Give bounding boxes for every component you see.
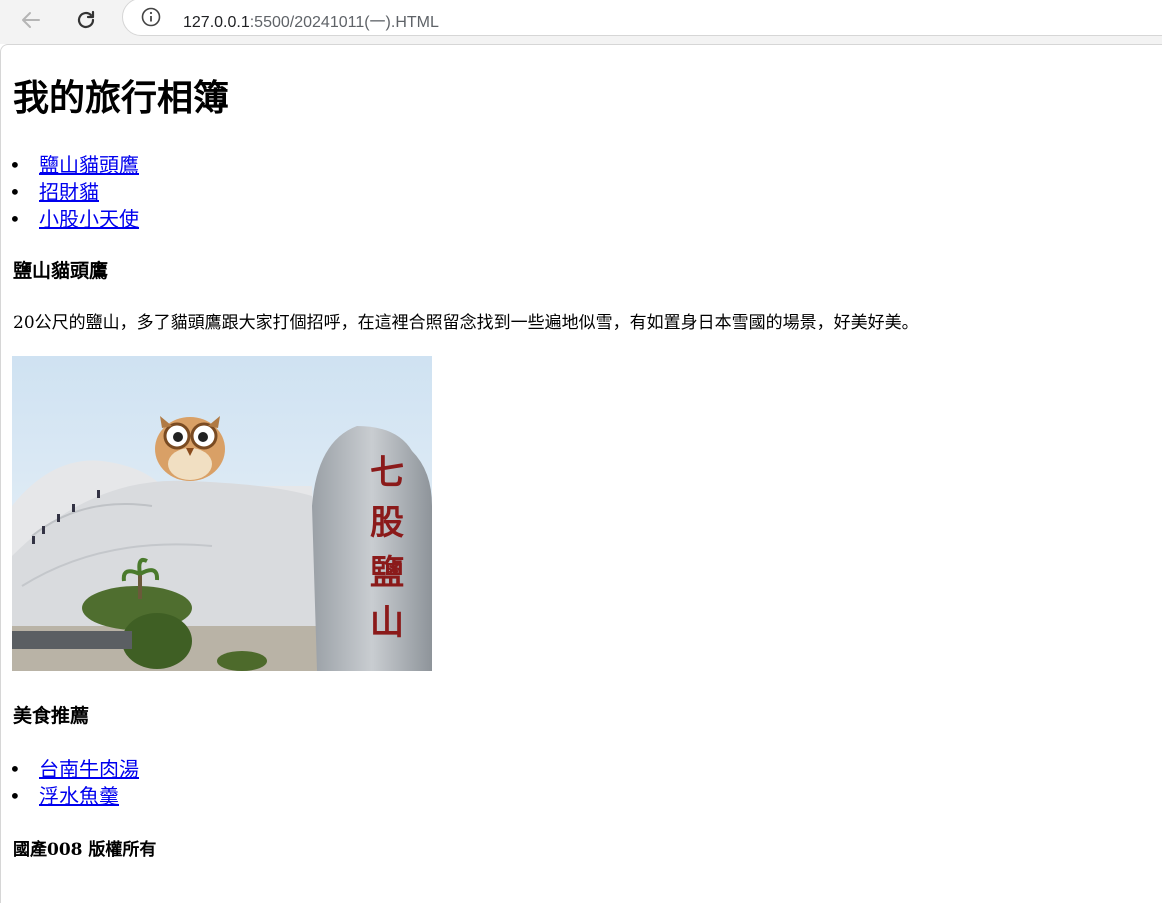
url-host: 127.0.0.1 xyxy=(183,14,250,31)
back-arrow-icon xyxy=(22,12,40,28)
section-heading-salt-mountain: 鹽山貓頭鷹 xyxy=(13,260,109,282)
link-lucky-cat[interactable]: 招財貓 xyxy=(39,180,99,204)
page-viewport: 我的旅行相簿 鹽山貓頭鷹 招財貓 小股小天使 鹽山貓頭鷹 20公尺的鹽山，多了貓… xyxy=(0,44,1162,903)
svg-text:股: 股 xyxy=(370,503,404,543)
browser-toolbar: 127.0.0.1:5500/20241011(一).HTML xyxy=(0,0,1162,44)
section-heading-food: 美食推薦 xyxy=(13,705,90,727)
section-description: 20公尺的鹽山，多了貓頭鷹跟大家打個招呼，在這裡合照留念找到一些遍地似雪，有如置… xyxy=(13,313,919,333)
food-link-list: 台南牛肉湯 浮水魚羹 xyxy=(9,756,139,810)
link-little-angel[interactable]: 小股小天使 xyxy=(39,207,139,231)
reload-icon xyxy=(77,10,95,29)
list-item: 小股小天使 xyxy=(9,206,139,233)
nav-link-list: 鹽山貓頭鷹 招財貓 小股小天使 xyxy=(9,152,139,233)
address-bar[interactable]: 127.0.0.1:5500/20241011(一).HTML xyxy=(122,0,1162,36)
salt-mountain-owl-photo: 七 股 鹽 山 xyxy=(12,356,432,671)
back-button[interactable] xyxy=(16,5,46,35)
info-icon[interactable] xyxy=(141,7,161,27)
page-title: 我的旅行相簿 xyxy=(13,78,230,119)
list-item: 台南牛肉湯 xyxy=(9,756,139,783)
list-item: 鹽山貓頭鷹 xyxy=(9,152,139,179)
link-fish-soup[interactable]: 浮水魚羹 xyxy=(39,784,119,808)
svg-text:山: 山 xyxy=(370,603,404,643)
link-salt-mountain-owl[interactable]: 鹽山貓頭鷹 xyxy=(39,153,139,177)
reload-button[interactable] xyxy=(71,5,101,35)
copyright-footer: 國產008 版權所有 xyxy=(13,840,157,860)
svg-text:鹽: 鹽 xyxy=(370,553,404,593)
list-item: 浮水魚羹 xyxy=(9,783,139,810)
url-path: :5500/20241011(一).HTML xyxy=(249,14,439,31)
list-item: 招財貓 xyxy=(9,179,139,206)
svg-text:七: 七 xyxy=(370,453,404,493)
url-text[interactable]: 127.0.0.1:5500/20241011(一).HTML xyxy=(183,8,439,32)
link-beef-soup[interactable]: 台南牛肉湯 xyxy=(39,757,139,781)
